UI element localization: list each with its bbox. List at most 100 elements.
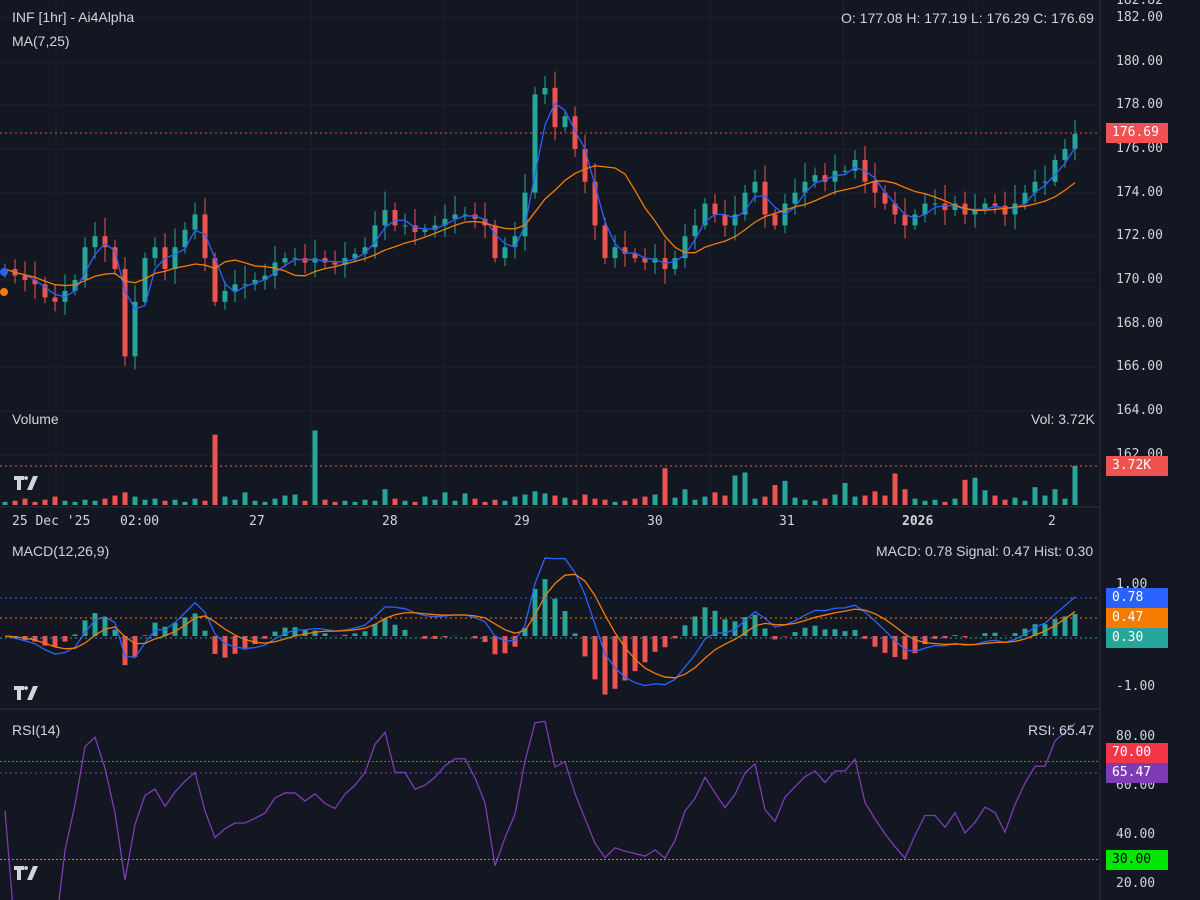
volume-bar	[512, 496, 518, 505]
macd-hist-bar	[492, 636, 498, 655]
macd-hist-bar	[432, 636, 438, 639]
volume-bar	[42, 499, 48, 505]
macd-value-tag: 0.78	[1106, 588, 1168, 608]
macd-hist-bar	[952, 635, 958, 636]
volume-tag: 3.72K	[1106, 456, 1168, 476]
rsi-overbought-tag: 70.00	[1106, 743, 1168, 763]
time-tick: 2	[1048, 514, 1056, 529]
candle-body	[492, 225, 498, 259]
volume-bar	[22, 498, 28, 505]
volume-bar	[472, 498, 478, 505]
candle-body	[912, 214, 918, 226]
volume-bar	[862, 495, 868, 505]
volume-bar	[502, 500, 508, 505]
volume-bar	[122, 492, 128, 505]
time-tick: 27	[249, 514, 265, 529]
macd-hist-bar	[712, 610, 718, 636]
macd-hist-bar	[592, 636, 598, 680]
candle-body	[52, 297, 58, 302]
hist-value-tag: 0.30	[1106, 628, 1168, 648]
candle-body	[872, 181, 878, 193]
candle-body	[222, 290, 228, 302]
macd-hist-bar	[812, 625, 818, 636]
price-tick: 178.00	[1116, 97, 1163, 113]
candle-body	[1072, 133, 1078, 149]
macd-hist-bar	[482, 636, 488, 643]
volume-bar	[872, 491, 878, 505]
volume-bar	[952, 498, 958, 505]
candle-body	[202, 214, 208, 259]
macd-hist-bar	[842, 631, 848, 636]
volume-bar	[912, 498, 918, 505]
volume-title: Volume	[12, 411, 59, 427]
volume-bar	[392, 498, 398, 505]
candle-body	[772, 214, 778, 226]
volume-bar	[302, 500, 308, 505]
volume-bar	[412, 501, 418, 505]
macd-hist-bar	[522, 627, 528, 636]
macd-hist-bar	[572, 633, 578, 636]
macd-hist-bar	[552, 598, 558, 636]
volume-bar	[52, 496, 58, 505]
macd-hist-bar	[832, 629, 838, 636]
macd-hist-bar	[632, 636, 638, 672]
candle-body	[1012, 203, 1018, 215]
macd-title: MACD(12,26,9)	[12, 543, 110, 559]
volume-bar	[282, 495, 288, 505]
volume-bar	[1042, 495, 1048, 505]
signal-line	[4, 573, 1076, 679]
macd-hist-bar	[682, 625, 688, 636]
candle-body	[532, 94, 538, 193]
time-tick: 28	[382, 514, 398, 529]
volume-bar	[292, 494, 298, 505]
macd-hist-bar	[1072, 614, 1078, 636]
time-tick: 29	[514, 514, 530, 529]
macd-hist-bar	[402, 629, 408, 636]
macd-hist-bar	[852, 630, 858, 636]
volume-bar	[612, 501, 618, 505]
price-tick: 166.00	[1116, 359, 1163, 375]
volume-bar	[142, 499, 148, 505]
macd-hist-bar	[302, 629, 308, 636]
time-tick: 2026	[902, 514, 934, 529]
candle-body	[382, 210, 388, 226]
candle-body	[942, 203, 948, 211]
volume-bar	[152, 498, 158, 505]
volume-bar	[452, 500, 458, 505]
ohlc-readout: O: 177.08 H: 177.19 L: 176.29 C: 176.69	[841, 10, 1094, 26]
volume-bar	[752, 498, 758, 505]
volume-bar	[922, 500, 928, 505]
chart-canvas[interactable]	[0, 0, 1200, 900]
macd-hist-bar	[382, 618, 388, 636]
volume-bar	[172, 499, 178, 505]
candle-body	[602, 225, 608, 259]
macd-hist-bar	[442, 636, 448, 638]
candle-body	[902, 214, 908, 226]
volume-bar	[812, 500, 818, 505]
macd-hist-bar	[702, 607, 708, 636]
candle-body	[172, 247, 178, 270]
volume-bar	[742, 472, 748, 505]
candle-body	[812, 175, 818, 182]
candle-body	[132, 301, 138, 357]
rsi-tick: 40.00	[1116, 827, 1156, 842]
volume-bar	[762, 496, 768, 505]
volume-bar	[542, 493, 548, 505]
candle-body	[332, 262, 338, 265]
volume-bar	[1022, 500, 1028, 505]
macd-hist-bar	[132, 636, 138, 657]
volume-bar	[632, 498, 638, 505]
volume-bar	[702, 496, 708, 505]
candle-body	[752, 181, 758, 193]
candle-body	[692, 225, 698, 237]
volume-bar	[212, 434, 218, 505]
macd-hist-bar	[562, 611, 568, 636]
price-tick: 174.00	[1116, 184, 1163, 200]
volume-bar	[462, 493, 468, 505]
macd-hist-bar	[692, 616, 698, 636]
volume-bar	[332, 501, 338, 505]
macd-hist-bar	[232, 636, 238, 654]
macd-hist-bar	[202, 630, 208, 636]
candle-body	[842, 170, 848, 172]
candle-body	[282, 258, 288, 263]
